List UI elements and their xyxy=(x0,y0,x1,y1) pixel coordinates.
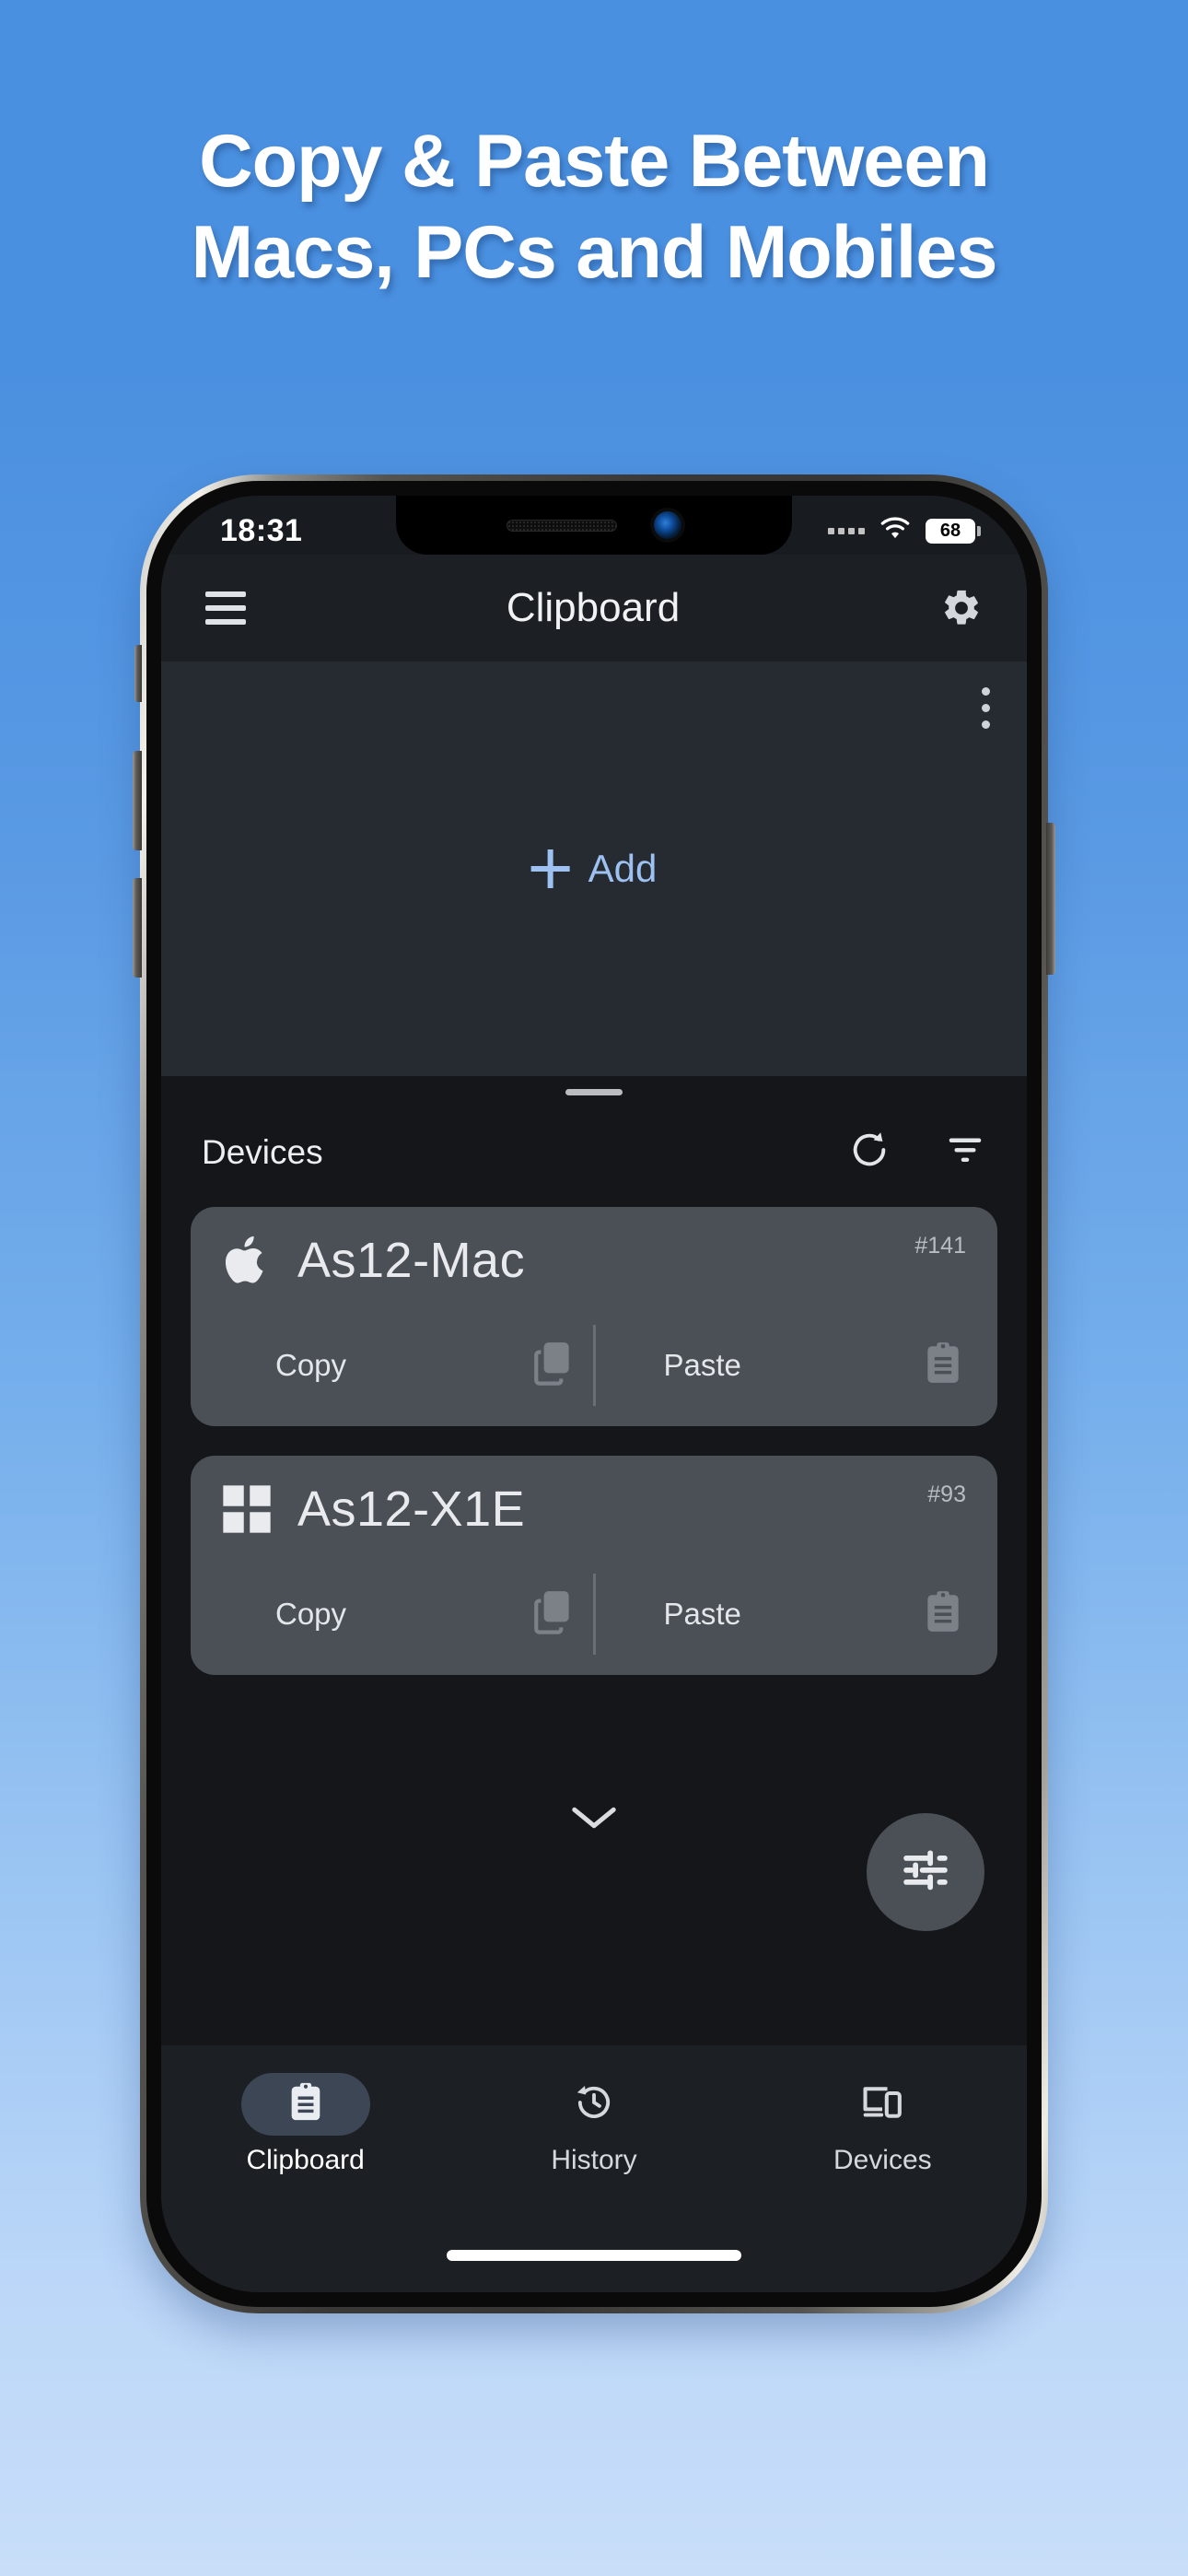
paste-action[interactable]: Paste xyxy=(609,1589,969,1640)
tune-sliders-icon xyxy=(898,1843,953,1903)
copy-action[interactable]: Copy xyxy=(220,1588,580,1641)
chevron-down-icon[interactable] xyxy=(569,1802,619,1836)
history-clock-icon xyxy=(573,2081,615,2128)
wifi-icon xyxy=(878,516,913,546)
clipboard-content-panel: Add xyxy=(161,662,1027,1076)
tab-devices-pill xyxy=(818,2073,947,2136)
add-clip-button[interactable]: Add xyxy=(530,847,658,891)
gear-icon[interactable] xyxy=(940,587,983,629)
device-card-list: #141 As12-Mac Copy Paste #93 As12-X1E Co… xyxy=(161,1176,1027,1675)
copy-icon xyxy=(532,1340,580,1392)
clipboard-paste-icon xyxy=(924,1589,968,1640)
device-card[interactable]: #93 As12-X1E Copy Paste xyxy=(191,1456,997,1675)
sheet-drag-handle[interactable] xyxy=(565,1089,623,1095)
tab-history-pill xyxy=(530,2073,658,2136)
add-clip-label: Add xyxy=(588,847,658,890)
headline-line-1: Copy & Paste Between xyxy=(199,120,990,203)
action-divider xyxy=(592,1325,596,1406)
phone-volume-up-button xyxy=(133,751,142,850)
kebab-menu-icon[interactable] xyxy=(982,687,990,729)
copy-label: Copy xyxy=(275,1348,347,1382)
copy-label: Copy xyxy=(275,1597,347,1631)
battery-level-text: 68 xyxy=(939,520,961,541)
headline-line-2: Macs, PCs and Mobiles xyxy=(191,211,998,294)
tab-clipboard-pill xyxy=(240,2073,370,2136)
tab-devices-label: Devices xyxy=(833,2145,932,2175)
hamburger-menu-icon[interactable] xyxy=(205,591,246,625)
tab-history-label: History xyxy=(551,2145,637,2175)
phone-notch xyxy=(396,496,792,555)
front-camera-icon xyxy=(654,511,681,539)
copy-action[interactable]: Copy xyxy=(220,1340,580,1392)
action-divider xyxy=(592,1574,596,1655)
tab-history[interactable]: History xyxy=(479,2073,709,2176)
app-header: Clipboard xyxy=(161,555,1027,662)
windows-logo-icon xyxy=(220,1480,274,1539)
filter-icon[interactable] xyxy=(944,1129,986,1176)
tab-devices[interactable]: Devices xyxy=(767,2073,997,2176)
device-name: As12-Mac xyxy=(297,1233,526,1288)
paste-action[interactable]: Paste xyxy=(609,1341,969,1391)
device-card[interactable]: #141 As12-Mac Copy Paste xyxy=(191,1207,997,1426)
devices-icon xyxy=(860,2082,904,2127)
promo-headline: Copy & Paste Between Macs, PCs and Mobil… xyxy=(0,116,1188,299)
phone-bezel: 18:31 68 Clipboard Add Devices #141 As12… xyxy=(146,481,1042,2307)
devices-sheet: Devices #141 As12-Mac Copy Paste #93 As1… xyxy=(161,1076,1027,2292)
plus-icon xyxy=(530,849,570,888)
phone-power-button xyxy=(1046,823,1055,975)
paste-label: Paste xyxy=(663,1348,741,1382)
phone-volume-down-button xyxy=(133,878,142,978)
status-time: 18:31 xyxy=(220,512,303,548)
filter-settings-fab[interactable] xyxy=(867,1813,984,1931)
device-id-badge: #93 xyxy=(927,1481,966,1507)
clipboard-paste-icon xyxy=(924,1341,968,1391)
signal-dots-icon xyxy=(828,527,865,534)
phone-screen: 18:31 68 Clipboard Add Devices #141 As12… xyxy=(161,496,1027,2292)
paste-label: Paste xyxy=(663,1597,741,1631)
refresh-icon[interactable] xyxy=(848,1129,891,1176)
devices-section-title: Devices xyxy=(202,1132,323,1171)
tab-clipboard[interactable]: Clipboard xyxy=(191,2073,421,2176)
copy-icon xyxy=(532,1588,580,1641)
tab-clipboard-label: Clipboard xyxy=(246,2145,365,2175)
device-id-badge: #141 xyxy=(914,1233,966,1259)
apple-logo-icon xyxy=(220,1231,274,1290)
clipboard-icon xyxy=(287,2081,324,2128)
home-indicator xyxy=(447,2250,741,2261)
devices-sheet-header: Devices xyxy=(161,1095,1027,1176)
device-name: As12-X1E xyxy=(297,1481,526,1537)
phone-mute-switch xyxy=(134,645,142,702)
phone-mockup: 18:31 68 Clipboard Add Devices #141 As12… xyxy=(133,474,1055,2313)
page-title: Clipboard xyxy=(506,585,681,630)
earpiece-speaker-icon xyxy=(507,519,617,532)
battery-indicator: 68 xyxy=(926,518,981,544)
